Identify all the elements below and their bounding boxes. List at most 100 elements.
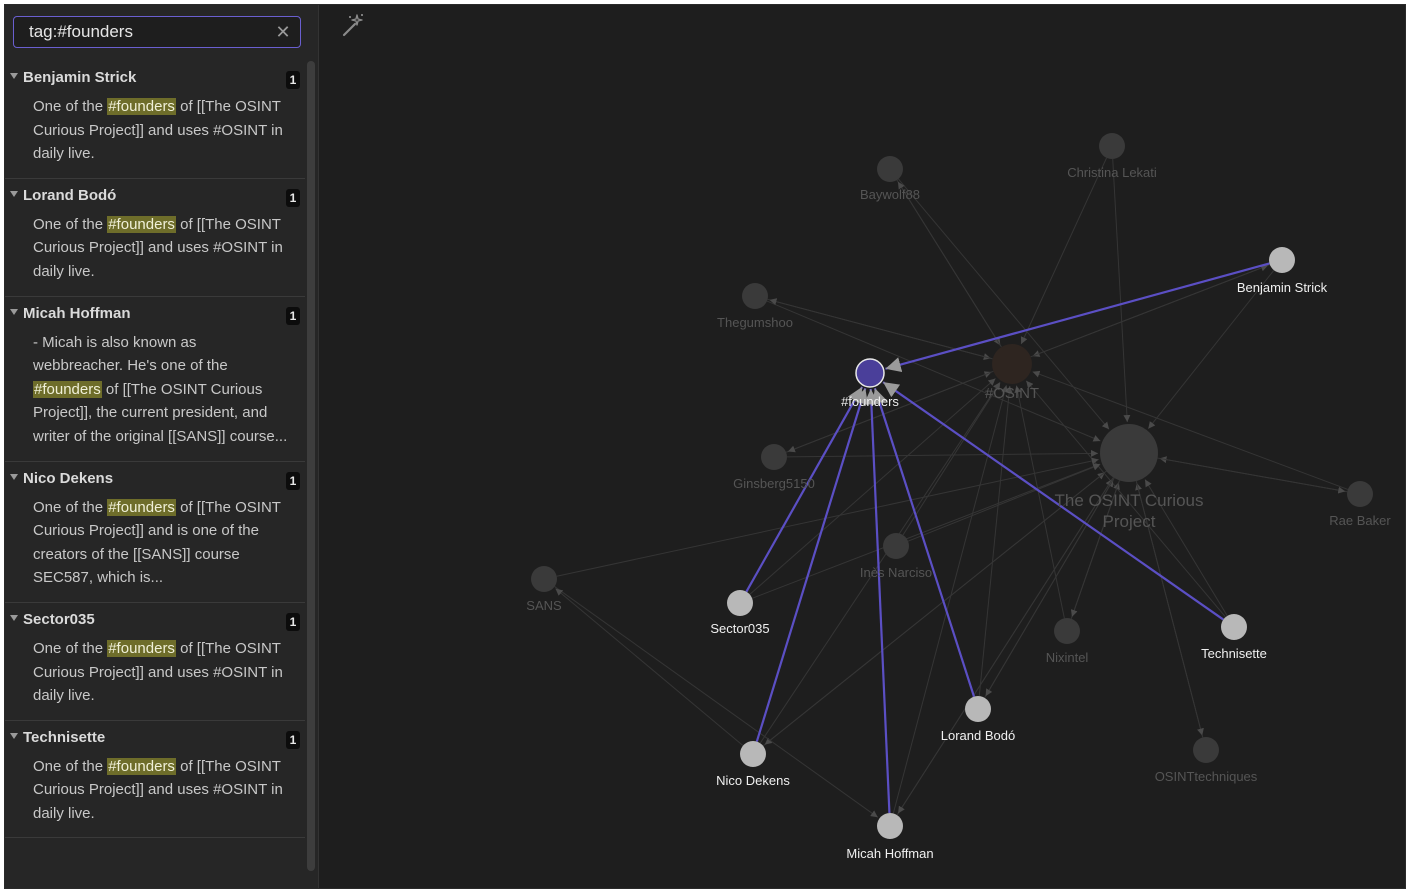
snippet-text: One of the (33, 215, 108, 233)
node-label: Nixintel (1046, 650, 1089, 665)
node-circle[interactable] (1221, 614, 1247, 640)
graph-edge (764, 470, 1107, 746)
graph-node-christina[interactable]: Christina Lekati (1067, 133, 1157, 180)
snippet-text: - Micah is also known as webbreacher. He… (33, 333, 228, 375)
node-label: Christina Lekati (1067, 165, 1157, 180)
graph-node-technisette[interactable]: Technisette (1201, 614, 1267, 661)
node-label: SANS (526, 598, 562, 613)
node-circle[interactable] (1054, 618, 1080, 644)
graph-view[interactable]: #founders #OSINT The OSINT Curious Project B… (319, 5, 1406, 889)
chevron-down-icon[interactable] (10, 308, 18, 315)
node-circle[interactable] (992, 344, 1032, 384)
graph-edge (1030, 264, 1269, 358)
magic-wand-icon[interactable] (340, 12, 366, 38)
node-circle[interactable] (1347, 481, 1373, 507)
graph-node-osint[interactable]: #OSINT (985, 344, 1039, 402)
graph-node-micah[interactable]: Micah Hoffman (846, 813, 934, 861)
node-label: Baywolf88 (860, 187, 920, 202)
search-input[interactable] (14, 17, 279, 47)
search-result: Benjamin Strick 1 One of the #founders of … (5, 61, 305, 179)
match-count-badge: 1 (286, 71, 300, 89)
match-highlight: #founders (107, 757, 176, 775)
search-result: Nico Dekens 1 One of the #founders of [[Th… (5, 462, 305, 603)
graph-node-ginsberg[interactable]: Ginsberg5150 (733, 444, 815, 491)
node-circle[interactable] (531, 566, 557, 592)
search-result: Sector035 1 One of the #founders of [[The … (5, 603, 305, 721)
result-snippet[interactable]: One of the #founders of [[The OSINT Curi… (33, 95, 289, 166)
result-title: Sector035 (23, 610, 95, 628)
graph-node-nico[interactable]: Nico Dekens (716, 741, 790, 788)
graph-node-ines[interactable]: Inès Narciso (860, 533, 932, 580)
result-header[interactable]: Lorand Bodó 1 (5, 179, 305, 213)
match-count-badge: 1 (286, 730, 300, 749)
search-box[interactable]: ✕ (13, 16, 301, 48)
node-circle[interactable] (740, 741, 766, 767)
graph-edge (786, 449, 1099, 458)
result-snippet[interactable]: - Micah is also known as webbreacher. He… (33, 331, 289, 449)
match-count-badge: 1 (286, 612, 300, 631)
snippet-text: One of the (33, 98, 108, 115)
graph-node-osinttech[interactable]: OSINTtechniques (1155, 737, 1258, 784)
graph-edge (1020, 157, 1108, 345)
node-circle[interactable] (883, 533, 909, 559)
node-label: #OSINT (985, 385, 1039, 402)
graph-node-baywolf[interactable]: Baywolf88 (860, 156, 920, 202)
node-circle[interactable] (877, 156, 903, 182)
graph-node-lorand[interactable]: Lorand Bodó (941, 696, 1015, 743)
match-highlight: #founders (107, 639, 176, 657)
graph-node-sector[interactable]: Sector035 (710, 590, 770, 636)
node-circle[interactable] (1269, 247, 1295, 273)
node-circle[interactable] (1099, 133, 1125, 159)
graph-edge (897, 477, 1114, 814)
node-circle[interactable] (1100, 424, 1158, 482)
close-icon[interactable]: ✕ (272, 20, 294, 44)
result-snippet[interactable]: One of the #founders of [[The OSINT Curi… (33, 637, 289, 708)
graph-node-ocp[interactable]: The OSINT Curious Project (1055, 424, 1204, 531)
snippet-text: One of the (33, 757, 108, 775)
node-circle[interactable] (742, 283, 768, 309)
node-circle[interactable] (965, 696, 991, 722)
node-label: Inès Narciso (860, 565, 932, 580)
result-snippet[interactable]: One of the #founders of [[The OSINT Curi… (33, 755, 289, 826)
scrollbar[interactable] (307, 61, 315, 871)
match-count-badge: 1 (286, 471, 300, 490)
result-title: Micah Hoffman (23, 304, 131, 322)
node-label: Rae Baker (1329, 513, 1391, 528)
graph-edge (769, 298, 993, 360)
graph-node-rae[interactable]: Rae Baker (1329, 481, 1391, 528)
chevron-down-icon[interactable] (10, 732, 18, 739)
graph-edge (978, 385, 1013, 697)
result-header[interactable]: Nico Dekens 1 (5, 462, 305, 496)
result-header[interactable]: Sector035 1 (5, 603, 305, 637)
match-count-badge: 1 (286, 306, 300, 325)
result-snippet[interactable]: One of the #founders of [[The OSINT Curi… (33, 496, 289, 590)
result-header[interactable]: Benjamin Strick 1 (5, 61, 305, 95)
node-circle[interactable] (855, 358, 885, 388)
chevron-down-icon[interactable] (10, 190, 18, 197)
chevron-down-icon[interactable] (10, 473, 18, 480)
snippet-text: One of the (33, 639, 108, 657)
chevron-down-icon[interactable] (10, 614, 18, 621)
graph-edge-highlighted (863, 388, 891, 814)
graph-edge (766, 300, 1101, 442)
graph-edge (1157, 457, 1346, 494)
chevron-down-icon[interactable] (10, 73, 18, 79)
graph-edge (892, 385, 1008, 814)
app-window: ✕ Benjamin Strick 1 One of the #founders o… (4, 4, 1406, 889)
match-highlight: #founders (33, 380, 102, 398)
result-snippet[interactable]: One of the #founders of [[The OSINT Curi… (33, 213, 289, 284)
result-header[interactable]: Micah Hoffman 1 (5, 297, 305, 331)
node-label: The OSINT Curious Project (1055, 491, 1204, 531)
node-label: Technisette (1201, 646, 1267, 661)
node-circle[interactable] (761, 444, 787, 470)
graph-node-thegumshoo[interactable]: Thegumshoo (717, 283, 793, 330)
graph-node-benjamin[interactable]: Benjamin Strick (1237, 247, 1328, 295)
node-label: Nico Dekens (716, 773, 790, 788)
result-header[interactable]: Technisette 1 (5, 721, 305, 755)
node-label: OSINTtechniques (1155, 769, 1258, 784)
node-circle[interactable] (877, 813, 903, 839)
node-circle[interactable] (1193, 737, 1219, 763)
node-circle[interactable] (727, 590, 753, 616)
graph-edge-highlighted (885, 262, 1270, 373)
graph-node-nixintel[interactable]: Nixintel (1046, 618, 1089, 665)
